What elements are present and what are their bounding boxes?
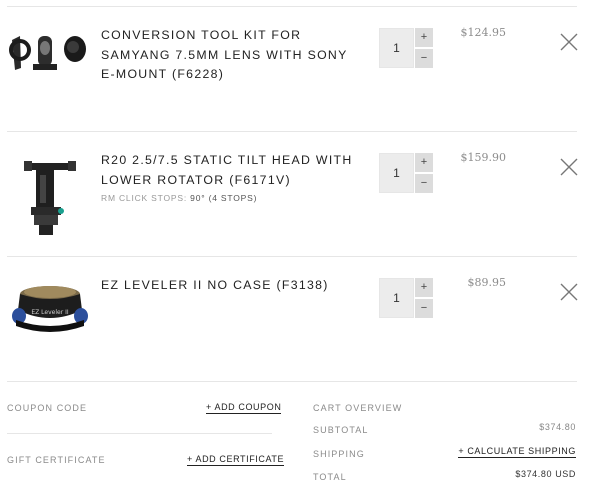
gift-certificate-label: GIFT CERTIFICATE	[7, 455, 106, 465]
subtotal-label: SUBTOTAL	[313, 425, 369, 435]
quantity-input[interactable]: 1	[379, 153, 414, 193]
quantity-decrease-button[interactable]: −	[415, 49, 433, 68]
total-value: $374.80 USD	[515, 469, 576, 479]
coupon-code-label: COUPON CODE	[7, 403, 88, 413]
calculate-shipping-link[interactable]: + CALCULATE SHIPPING	[458, 446, 576, 458]
divider	[7, 433, 272, 434]
close-icon[interactable]	[559, 282, 579, 302]
product-logo-text: EZ Leveler II	[31, 309, 68, 316]
shipping-label: SHIPPING	[313, 449, 365, 459]
product-price: $89.95	[467, 276, 507, 289]
cart-item: R20 2.5/7.5 Static Tilt Head with Lower …	[0, 131, 597, 256]
close-icon[interactable]	[559, 157, 579, 177]
product-price: $159.90	[460, 151, 507, 164]
total-label: TOTAL	[313, 472, 347, 482]
quantity-increase-button[interactable]: +	[415, 153, 433, 172]
product-price: $124.95	[460, 26, 507, 39]
divider	[7, 381, 577, 382]
cart-overview-title: CART OVERVIEW	[313, 403, 403, 413]
quantity-increase-button[interactable]: +	[415, 278, 433, 297]
close-icon[interactable]	[559, 32, 579, 52]
cart-item: EZ Leveler II EZ Leveler II No Case (F31…	[0, 256, 597, 381]
option-value: 90° (4 STOPS)	[190, 193, 258, 203]
product-image-tilt-head[interactable]	[22, 159, 78, 237]
quantity-decrease-button[interactable]: −	[415, 174, 433, 193]
product-option: RM CLICK STOPS: 90° (4 STOPS)	[101, 193, 257, 203]
option-label: RM CLICK STOPS:	[101, 193, 187, 203]
add-certificate-link[interactable]: + ADD CERTIFICATE	[187, 454, 285, 466]
cart-item: Conversion Tool Kit for Samyang 7.5mm Le…	[0, 6, 597, 131]
quantity-decrease-button[interactable]: −	[415, 299, 433, 318]
product-name[interactable]: R20 2.5/7.5 Static Tilt Head with Lower …	[101, 151, 366, 190]
quantity-input[interactable]: 1	[379, 278, 414, 318]
product-name[interactable]: EZ Leveler II No Case (F3138)	[101, 276, 366, 296]
product-image-conversion-kit[interactable]	[8, 28, 90, 74]
quantity-increase-button[interactable]: +	[415, 28, 433, 47]
product-name[interactable]: Conversion Tool Kit for Samyang 7.5mm Le…	[101, 26, 366, 85]
add-coupon-link[interactable]: + ADD COUPON	[206, 402, 282, 414]
product-image-ez-leveler[interactable]: EZ Leveler II	[10, 280, 90, 336]
quantity-input[interactable]: 1	[379, 28, 414, 68]
subtotal-value: $374.80	[539, 422, 576, 432]
